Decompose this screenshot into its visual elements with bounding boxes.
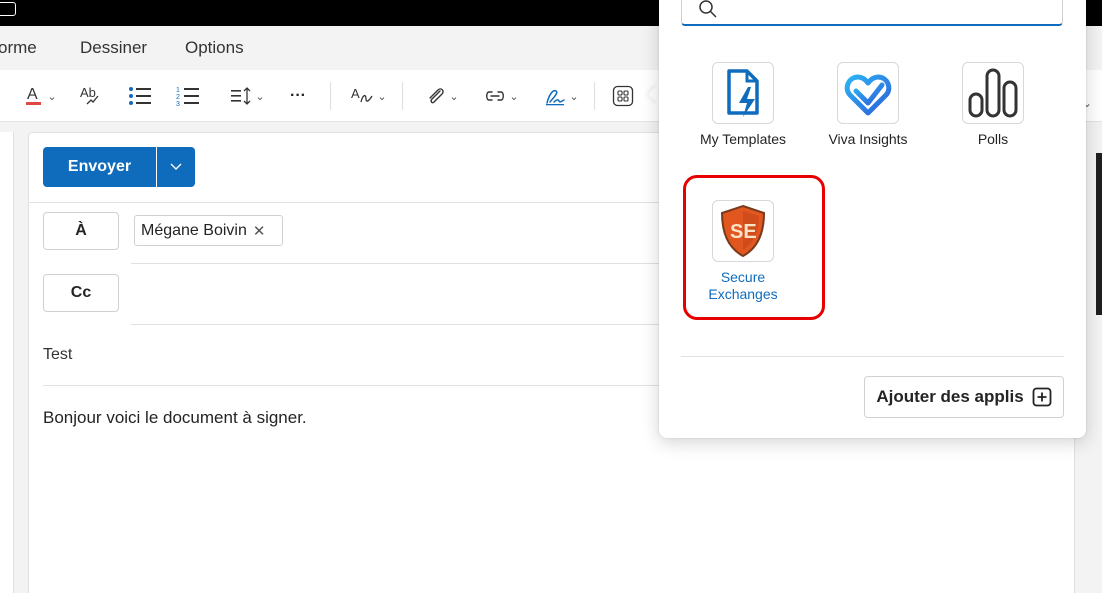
popup-divider xyxy=(681,356,1064,357)
signature-button[interactable]: ⌄ xyxy=(536,80,586,112)
app-label: Polls xyxy=(977,131,1009,147)
chevron-down-icon: ⌄ xyxy=(509,90,519,103)
app-tile xyxy=(712,62,774,124)
message-body[interactable]: Bonjour voici le document à signer. xyxy=(43,408,307,428)
add-apps-button[interactable]: Ajouter des applis xyxy=(864,376,1064,418)
app-label: My Templates xyxy=(699,131,787,147)
line-spacing-icon xyxy=(231,87,251,105)
app-viva-insights[interactable]: Viva Insights xyxy=(813,62,923,148)
app-tile xyxy=(962,62,1024,124)
app-tile xyxy=(837,62,899,124)
polls-icon xyxy=(968,68,1018,118)
search-icon xyxy=(699,0,717,18)
chevron-down-icon: ⌄ xyxy=(255,90,265,103)
divider xyxy=(28,202,659,203)
toolbar-divider xyxy=(402,82,403,110)
subject-underline xyxy=(43,385,659,386)
attach-button[interactable]: ⌄ xyxy=(418,80,466,112)
bullet-list-icon xyxy=(129,87,151,105)
chevron-down-icon: ⌄ xyxy=(47,90,57,103)
signature-pen-icon xyxy=(546,89,566,106)
bullets-button[interactable] xyxy=(124,80,156,112)
apps-search-input[interactable] xyxy=(681,0,1063,26)
apps-button[interactable] xyxy=(608,80,638,112)
send-button[interactable]: Envoyer xyxy=(43,147,156,187)
link-icon xyxy=(486,91,505,101)
highlight-box xyxy=(683,175,825,320)
subject-field[interactable]: Test xyxy=(43,346,72,364)
numbering-button[interactable]: 1 2 3 xyxy=(172,80,204,112)
line-spacing-button[interactable]: ⌄ xyxy=(222,80,272,112)
recipient-chip[interactable]: Mégane Boivin ✕ xyxy=(134,215,283,246)
spell-check-icon: Ab xyxy=(80,85,99,105)
app-polls[interactable]: Polls xyxy=(938,62,1048,148)
tab-format[interactable]: orme xyxy=(0,38,37,58)
add-apps-label: Ajouter des applis xyxy=(876,387,1024,406)
chevron-down-icon: ⌄ xyxy=(449,90,459,103)
window-control[interactable] xyxy=(0,2,16,16)
svg-text:A: A xyxy=(351,86,360,101)
left-pane xyxy=(0,132,14,593)
app-my-templates[interactable]: My Templates xyxy=(688,62,798,148)
more-options-button[interactable]: ··· xyxy=(284,80,312,112)
tab-draw[interactable]: Dessiner xyxy=(80,38,147,58)
to-field-underline xyxy=(131,263,659,264)
document-lightning-icon xyxy=(727,69,759,117)
paperclip-icon xyxy=(429,88,445,104)
toolbar-divider xyxy=(594,82,595,110)
plus-box-icon xyxy=(1032,387,1052,407)
recipient-name: Mégane Boivin xyxy=(141,221,247,239)
chevron-down-icon: ⌄ xyxy=(377,90,387,103)
svg-text:A: A xyxy=(27,86,38,103)
svg-text:Ab: Ab xyxy=(80,85,96,100)
spelling-button[interactable]: Ab xyxy=(76,80,104,112)
scrollbar[interactable] xyxy=(1096,153,1102,315)
remove-recipient-icon[interactable]: ✕ xyxy=(253,222,266,240)
send-options-button[interactable] xyxy=(157,147,195,187)
svg-text:2: 2 xyxy=(176,94,180,101)
apps-grid-icon xyxy=(612,85,634,107)
link-button[interactable]: ⌄ xyxy=(476,80,526,112)
svg-text:1: 1 xyxy=(176,87,180,94)
app-label: Viva Insights xyxy=(828,131,908,147)
numbered-list-icon: 1 2 3 xyxy=(176,87,199,108)
cc-button[interactable]: Cc xyxy=(43,274,119,312)
svg-text:3: 3 xyxy=(176,101,180,108)
tab-options[interactable]: Options xyxy=(185,38,244,58)
viva-insights-icon xyxy=(844,74,892,116)
font-color-button[interactable]: A ⌄ xyxy=(16,80,64,112)
chevron-down-icon xyxy=(170,163,182,170)
toolbar-divider xyxy=(330,82,331,110)
text-style-icon: A xyxy=(351,86,373,103)
chevron-down-icon: ⌄ xyxy=(569,90,579,103)
font-color-icon: A xyxy=(26,86,42,105)
to-button[interactable]: À xyxy=(43,212,119,250)
cc-field-underline xyxy=(131,324,659,325)
styles-button[interactable]: A ⌄ xyxy=(344,80,392,112)
